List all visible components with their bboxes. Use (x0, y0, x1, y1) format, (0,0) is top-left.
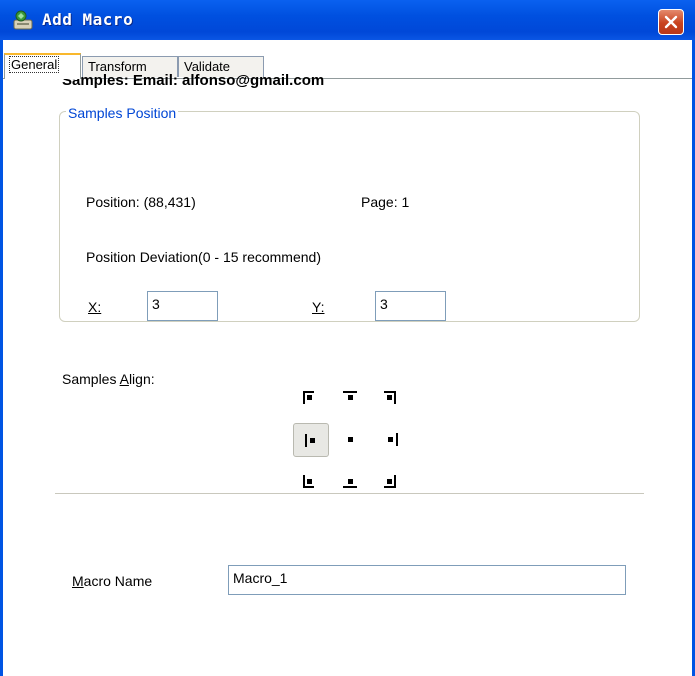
align-top-right-button[interactable] (373, 383, 409, 417)
align-top-left-icon (303, 391, 314, 404)
align-top-left-button[interactable] (291, 383, 327, 417)
align-top-right-icon (384, 391, 396, 404)
tab-general-label: General (8, 56, 60, 73)
align-center-icon (348, 437, 353, 442)
position-deviation-label: Position Deviation(0 - 15 recommend) (86, 249, 321, 265)
general-content: Samples: Email: alfonso@gmail.com Sample… (0, 0, 695, 676)
section-separator (55, 493, 644, 494)
align-top-center-icon (343, 391, 357, 400)
y-label: Y: (312, 299, 325, 315)
page-label: Page: 1 (361, 194, 410, 210)
align-middle-right-button[interactable] (373, 423, 409, 457)
macro-name-input[interactable]: Macro_1 (228, 565, 626, 595)
align-top-center-button[interactable] (333, 383, 369, 417)
add-macro-dialog: Add Macro General Transform Validate Sam… (0, 0, 695, 676)
samples-heading: Samples: Email: alfonso@gmail.com (62, 72, 325, 89)
align-middle-left-button[interactable] (293, 423, 329, 457)
samples-position-title: Samples Position (66, 105, 179, 121)
samples-align-label: Samples Align: (62, 371, 155, 387)
align-center-button[interactable] (333, 423, 369, 457)
y-deviation-input[interactable]: 3 (375, 291, 446, 321)
x-deviation-input[interactable]: 3 (147, 291, 218, 321)
tab-general[interactable]: General (4, 53, 81, 79)
x-label: X: (88, 299, 102, 315)
align-middle-left-icon (305, 434, 315, 447)
position-label: Position: (88,431) (86, 194, 196, 210)
macro-name-label: Macro Name (72, 573, 153, 589)
align-middle-right-icon (388, 433, 398, 446)
